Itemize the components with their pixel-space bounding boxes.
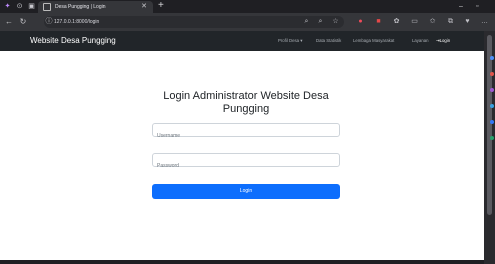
nav-layanan[interactable]: Layanan: [412, 38, 429, 44]
extension-puzzle-icon[interactable]: ✿: [392, 17, 401, 26]
nav-login[interactable]: ⇥Login: [436, 38, 450, 44]
chevron-down-icon: ▾: [300, 38, 303, 43]
close-tab-icon[interactable]: ✕: [141, 2, 147, 11]
sidebar-app-icon[interactable]: [490, 136, 494, 140]
copilot-icon[interactable]: ♥: [463, 17, 472, 26]
more-menu-icon[interactable]: …: [480, 17, 489, 26]
window-bottom-edge: [0, 260, 484, 264]
username-field[interactable]: [152, 123, 340, 142]
active-tab[interactable]: Desa Pungging | Login ✕: [38, 1, 153, 13]
workspaces-icon[interactable]: ⊙: [15, 2, 24, 11]
bookmark-star-icon[interactable]: ☆: [331, 17, 340, 26]
minimize-icon[interactable]: –: [459, 2, 463, 11]
tab-bar: ✦ ⊙ ▣ Desa Pungging | Login ✕ + – ▫: [0, 0, 495, 13]
favorites-icon[interactable]: ✩: [428, 17, 437, 26]
maximize-icon[interactable]: ▫: [476, 2, 478, 11]
address-bar[interactable]: ⓘ 127.0.0.1:8000/login: [44, 16, 344, 28]
translate-icon[interactable]: ⌕: [316, 17, 325, 26]
sidebar-app-icon[interactable]: [490, 72, 494, 76]
new-tab-icon[interactable]: +: [158, 1, 164, 11]
nav-lembaga-masyarakat[interactable]: Lembaga Masyarakat: [353, 38, 394, 44]
page-favicon-icon: [43, 3, 51, 11]
sidebar-app-icon[interactable]: [490, 104, 494, 108]
sidebar-app-icon[interactable]: [490, 56, 494, 60]
page-scrollbar[interactable]: [484, 31, 495, 264]
zoom-icon[interactable]: ⌕: [302, 17, 311, 26]
login-title: Login Administrator Website Desa Punggin…: [163, 90, 329, 115]
back-icon[interactable]: ←: [4, 17, 14, 27]
scrollbar-thumb[interactable]: [487, 35, 492, 215]
password-input[interactable]: [153, 160, 339, 172]
reload-icon[interactable]: ↻: [18, 17, 28, 27]
password-field[interactable]: [152, 153, 340, 172]
collections-icon[interactable]: ⧉: [446, 17, 455, 26]
site-navbar: Website Desa Pungging Profil Desa ▾ Data…: [0, 31, 484, 51]
login-button[interactable]: Login: [152, 184, 340, 199]
tab-actions-icon[interactable]: ▣: [27, 2, 36, 11]
site-info-icon[interactable]: ⓘ: [44, 17, 54, 27]
site-brand[interactable]: Website Desa Pungging: [30, 36, 116, 46]
nav-data-statistik[interactable]: Data Statistik: [316, 38, 341, 44]
page-viewport: Website Desa Pungging Profil Desa ▾ Data…: [0, 31, 484, 260]
extension-shield-icon[interactable]: ■: [374, 17, 383, 26]
nav-profil-desa[interactable]: Profil Desa ▾: [278, 38, 302, 44]
extension-red-icon[interactable]: ●: [356, 17, 365, 26]
address-toolbar: ← ↻ ⓘ 127.0.0.1:8000/login ⌕ ⌕ ☆ ● ■ ✿ ▭…: [0, 13, 495, 31]
browser-menu-icon[interactable]: ✦: [3, 2, 12, 11]
tab-title: Desa Pungging | Login: [55, 4, 106, 10]
browser-window: ✦ ⊙ ▣ Desa Pungging | Login ✕ + – ▫ ← ↻ …: [0, 0, 495, 264]
nav-login-label: Login: [439, 38, 451, 43]
split-screen-icon[interactable]: ▭: [410, 17, 419, 26]
sidebar-app-icon[interactable]: [490, 88, 494, 92]
sidebar-app-icon[interactable]: [490, 120, 494, 124]
username-input[interactable]: [153, 130, 339, 142]
url-text: 127.0.0.1:8000/login: [54, 19, 100, 25]
nav-profil-label: Profil Desa: [278, 38, 300, 43]
